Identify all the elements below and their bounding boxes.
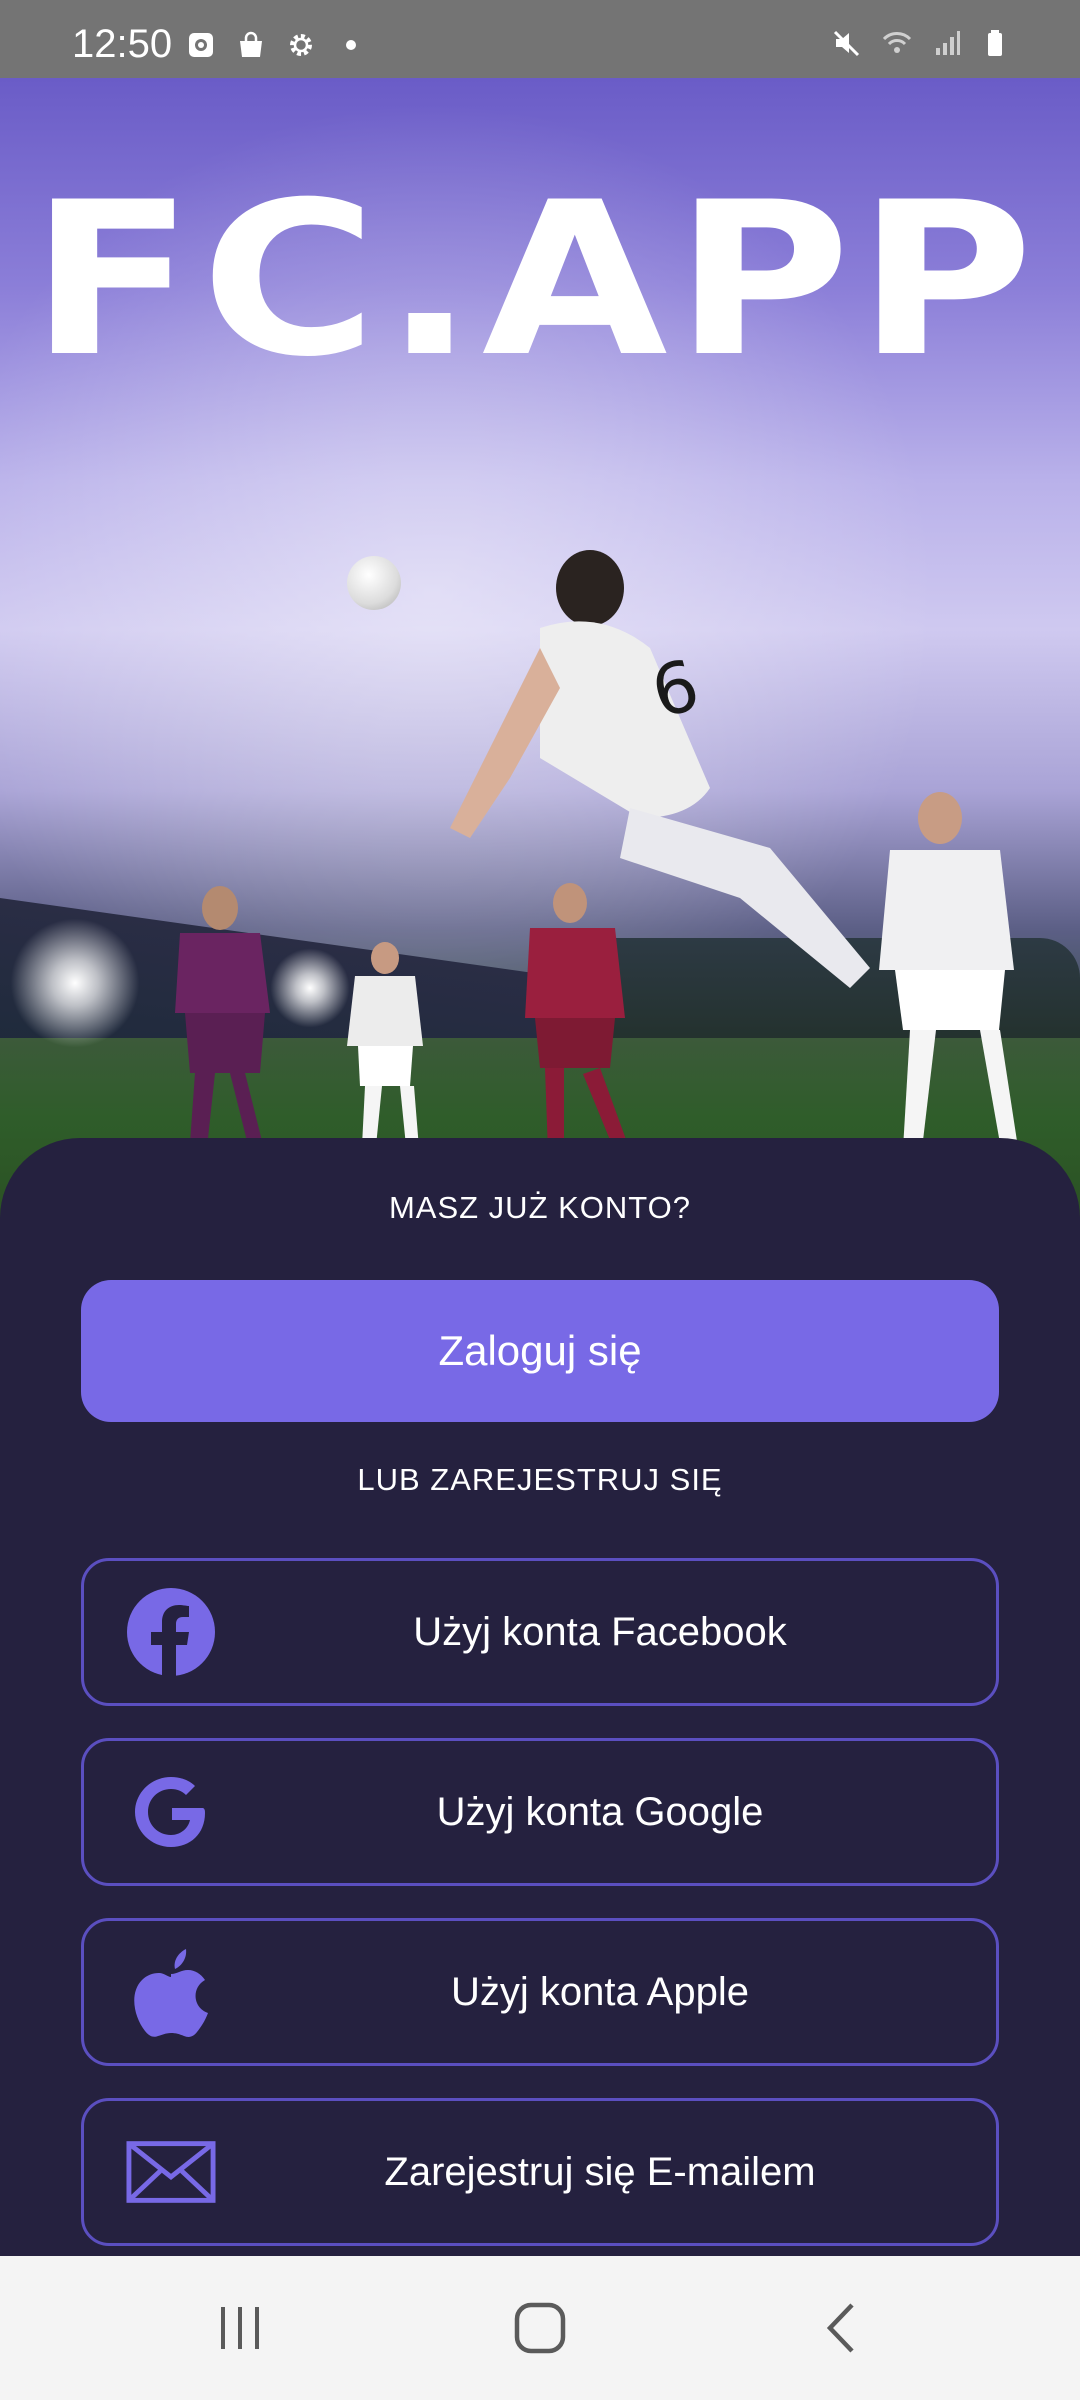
hero-image: FC.APP 6 (0, 78, 1080, 1228)
status-time: 12:50 (72, 22, 173, 66)
status-bar: 12:50 (0, 0, 1080, 78)
app-logo-text: FC.APP (30, 188, 1040, 358)
gear-icon (290, 34, 312, 56)
google-signup-button[interactable]: Użyj konta Google (81, 1738, 999, 1886)
apple-signup-label: Użyj konta Apple (451, 1969, 749, 2014)
back-icon (826, 2303, 854, 2353)
apple-icon (126, 1947, 216, 2037)
register-heading: LUB ZAREJESTRUJ SIĘ (357, 1462, 723, 1497)
bag-icon (240, 31, 262, 57)
apple-signup-button[interactable]: Użyj konta Apple (81, 1918, 999, 2066)
home-icon (514, 2302, 566, 2354)
home-button[interactable] (450, 2256, 630, 2400)
mute-icon (833, 30, 860, 57)
login-button[interactable]: Zaloguj się (81, 1280, 999, 1422)
email-signup-label: Zarejestruj się E-mailem (384, 2149, 816, 2194)
back-button[interactable] (752, 2256, 932, 2400)
screenshot-icon (189, 33, 213, 57)
envelope-icon (126, 2127, 216, 2217)
recents-button[interactable] (150, 2256, 330, 2400)
facebook-icon (126, 1587, 216, 1677)
recents-icon (221, 2307, 259, 2349)
wifi-icon (882, 32, 912, 53)
dot-icon (346, 40, 356, 50)
battery-icon (988, 30, 1002, 56)
has-account-heading: MASZ JUŻ KONTO? (388, 1190, 692, 1225)
facebook-signup-button[interactable]: Użyj konta Facebook (81, 1558, 999, 1706)
status-notification-icons (186, 30, 366, 60)
google-icon (126, 1767, 216, 1857)
facebook-signup-label: Użyj konta Facebook (413, 1609, 787, 1654)
football (347, 556, 401, 610)
status-system-icons (832, 28, 1012, 58)
system-nav-bar (0, 2256, 1080, 2400)
login-button-label: Zaloguj się (438, 1327, 642, 1374)
app-logo: FC.APP (30, 188, 1040, 358)
google-signup-label: Użyj konta Google (436, 1789, 764, 1834)
email-signup-button[interactable]: Zarejestruj się E-mailem (81, 2098, 999, 2246)
signal-icon (936, 31, 960, 55)
